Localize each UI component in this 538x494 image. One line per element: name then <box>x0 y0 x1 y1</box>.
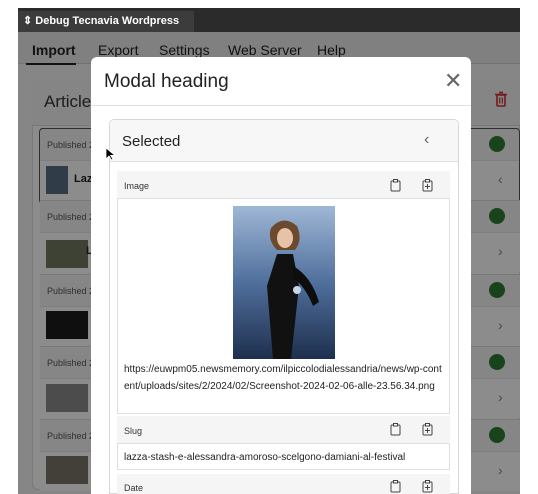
clipboard-add-icon[interactable] <box>422 423 433 436</box>
image-url: https://euwpm05.newsmemory.com/ilpiccolo… <box>124 364 442 392</box>
cursor-icon <box>105 147 117 161</box>
modal-heading: Modal heading <box>104 71 229 92</box>
accordion-title: Selected <box>122 133 181 150</box>
slug-field-label: Slug <box>124 426 143 436</box>
chevron-left-icon[interactable]: ‹ <box>424 131 429 149</box>
article-image-preview <box>233 206 335 359</box>
screen: ⇕ Debug Tecnavia Wordpress Connector Imp… <box>0 0 538 494</box>
window-title: ⇕ Debug Tecnavia Wordpress Connector <box>18 11 194 48</box>
clipboard-add-icon[interactable] <box>422 179 433 192</box>
image-field-label: Image <box>124 181 150 191</box>
clipboard-add-icon[interactable] <box>422 480 433 493</box>
slug-value: lazza-stash-e-alessandra-amoroso-scelgon… <box>124 452 406 463</box>
modal-header-divider <box>91 105 471 106</box>
clipboard-icon[interactable] <box>390 480 401 493</box>
clipboard-icon[interactable] <box>390 179 401 192</box>
clipboard-icon[interactable] <box>390 423 401 436</box>
date-field-label: Date <box>124 483 144 493</box>
close-icon[interactable]: ✕ <box>444 70 462 92</box>
